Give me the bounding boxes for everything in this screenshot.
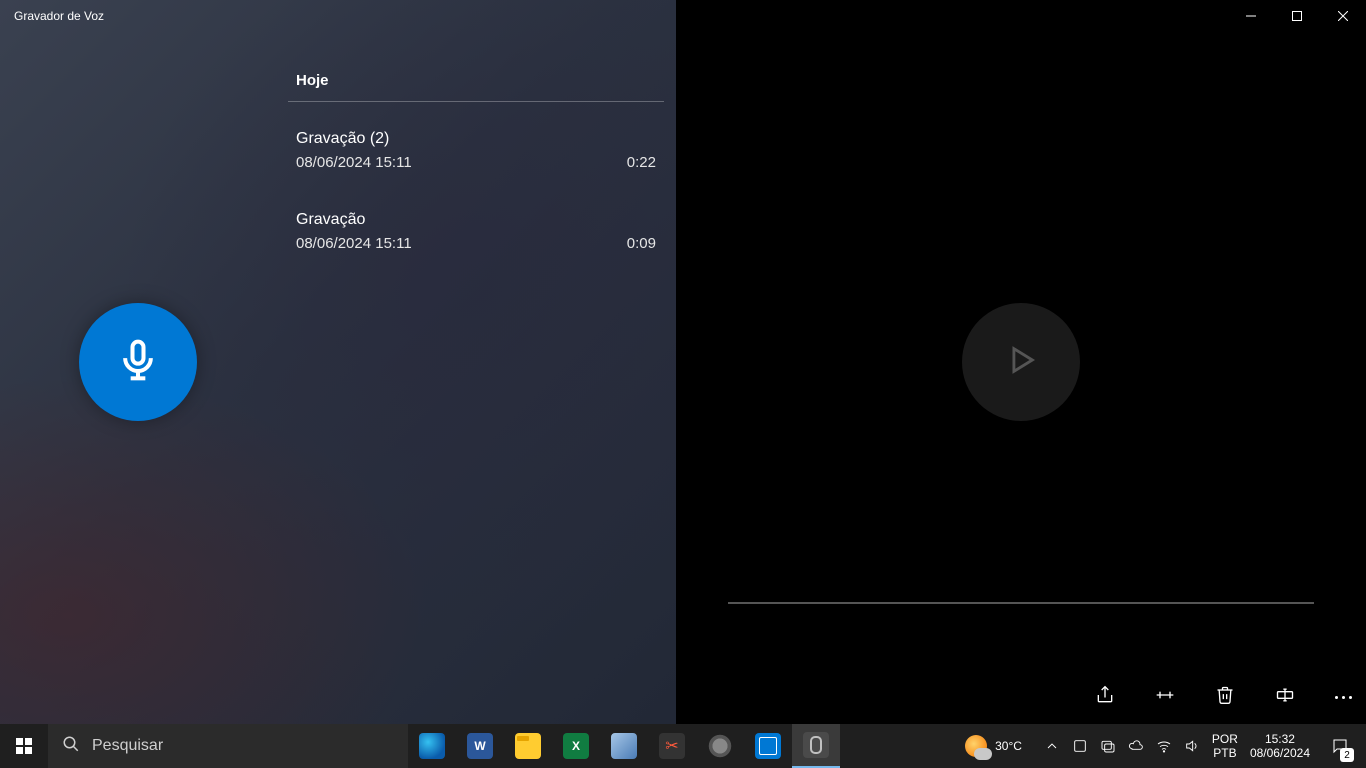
minimize-button[interactable] [1228,0,1274,32]
action-center[interactable]: 2 [1322,724,1358,768]
maximize-button[interactable] [1274,0,1320,32]
excel-icon [563,733,589,759]
weather-icon [965,735,987,757]
delete-button[interactable] [1215,685,1235,710]
taskbar-apps [408,724,840,768]
left-pane: Gravador de Voz Hoje Gravação (2) 08/06/… [0,0,676,724]
play-icon [1004,343,1038,382]
search-placeholder: Pesquisar [92,737,163,755]
taskbar-app-generic2[interactable] [744,724,792,768]
group-header: Hoje [276,72,676,101]
recording-duration: 0:22 [627,154,656,171]
recording-item[interactable]: Gravação (2) 08/06/2024 15:11 0:22 [276,112,676,193]
app-icon [755,733,781,759]
taskbar-app-excel[interactable] [552,724,600,768]
play-button[interactable] [962,303,1080,421]
start-button[interactable] [0,724,48,768]
recording-timestamp: 08/06/2024 15:11 [296,235,656,252]
taskbar-search[interactable]: Pesquisar [48,724,408,768]
microphone-icon [116,338,160,387]
trim-button[interactable] [1155,685,1175,710]
weather-temp: 30°C [995,739,1022,753]
voice-recorder-window: Gravador de Voz Hoje Gravação (2) 08/06/… [0,0,1366,724]
trim-icon [1155,692,1175,709]
lang-bottom: PTB [1212,746,1238,760]
player-actions [1095,685,1352,710]
windows-icon [16,738,32,754]
recordings-list: Hoje Gravação (2) 08/06/2024 15:11 0:22 … [276,0,676,724]
divider [288,101,664,102]
player-pane [676,0,1366,724]
recorder-icon [803,732,829,758]
tray-icon-2[interactable] [1100,738,1116,754]
tray-overflow[interactable] [1044,738,1060,754]
taskbar-app-word[interactable] [456,724,504,768]
system-tray: 30°C POR PTB 15:32 08/06/2024 2 [965,724,1366,768]
rename-icon [1275,692,1295,709]
edge-icon [419,733,445,759]
record-column [0,0,276,724]
tray-language[interactable]: POR PTB [1212,732,1238,760]
clock-time: 15:32 [1250,732,1310,746]
taskbar-app-generic1[interactable] [696,724,744,768]
playback-timeline[interactable] [728,602,1314,604]
app-icon [707,733,733,759]
recording-duration: 0:09 [627,235,656,252]
tray-volume[interactable] [1184,738,1200,754]
taskbar: Pesquisar 30°C POR PTB 15:32 08/06/20 [0,724,1366,768]
close-button[interactable] [1320,0,1366,32]
recording-item[interactable]: Gravação 08/06/2024 15:11 0:09 [276,193,676,274]
recording-title: Gravação [296,211,656,229]
recording-timestamp: 08/06/2024 15:11 [296,154,656,171]
taskbar-app-explorer[interactable] [504,724,552,768]
window-controls [1228,0,1366,32]
word-icon [467,733,493,759]
recording-title: Gravação (2) [296,130,656,148]
notif-badge: 2 [1340,748,1354,762]
trash-icon [1215,692,1235,709]
share-icon [1095,692,1115,709]
folder-icon [515,733,541,759]
notepad-icon [611,733,637,759]
tray-icon-1[interactable] [1072,738,1088,754]
more-button[interactable] [1335,696,1352,699]
search-icon [62,735,80,758]
taskbar-app-snip[interactable] [648,724,696,768]
tray-clock[interactable]: 15:32 08/06/2024 [1250,732,1310,760]
tray-wifi[interactable] [1156,738,1172,754]
taskbar-app-notepad[interactable] [600,724,648,768]
record-button[interactable] [79,303,197,421]
tray-onedrive[interactable] [1128,738,1144,754]
rename-button[interactable] [1275,685,1295,710]
taskbar-app-voice-recorder[interactable] [792,724,840,768]
taskbar-app-edge[interactable] [408,724,456,768]
lang-top: POR [1212,732,1238,746]
weather-widget[interactable]: 30°C [965,735,1022,757]
clock-date: 08/06/2024 [1250,746,1310,760]
scissors-icon [659,733,685,759]
share-button[interactable] [1095,685,1115,710]
